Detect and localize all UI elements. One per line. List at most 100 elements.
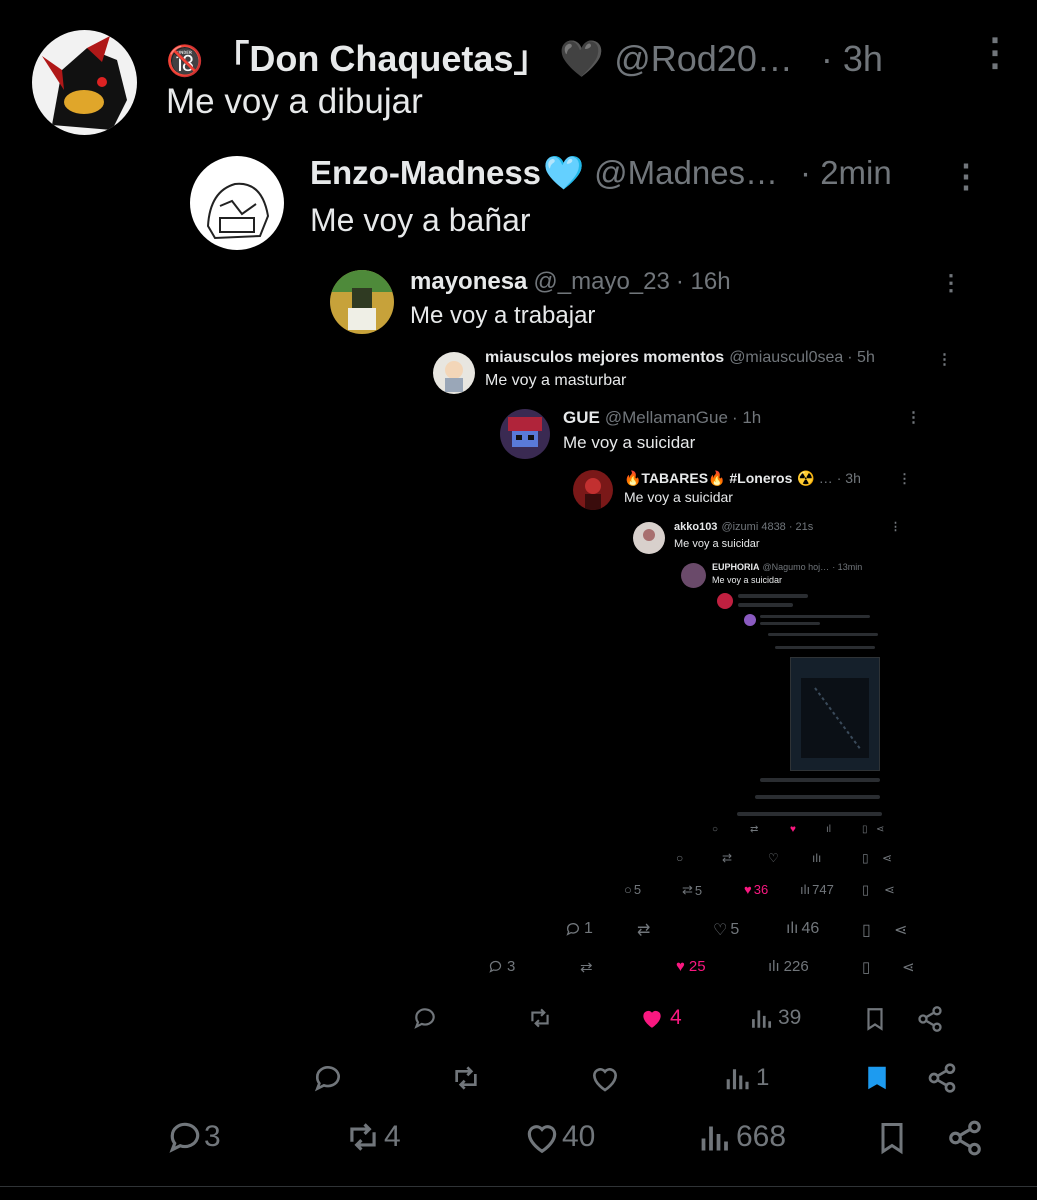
more-icon[interactable]: ⋮ bbox=[976, 34, 1014, 72]
bookmark-button[interactable] bbox=[862, 1062, 892, 1094]
author-handle[interactable]: @Nagumo hoj… bbox=[763, 562, 830, 572]
heart-badge: 🖤 bbox=[559, 38, 605, 79]
avatar-euphoria[interactable] bbox=[681, 563, 706, 588]
repost-button[interactable]: ⇄ bbox=[580, 958, 593, 976]
author-name[interactable]: EUPHORIA bbox=[712, 562, 760, 572]
share-icon[interactable]: ⋖ bbox=[884, 882, 895, 898]
author-name[interactable]: GUE bbox=[563, 408, 600, 428]
author-handle[interactable]: ☢️ … bbox=[797, 470, 832, 487]
reply-button[interactable]: ○ 5 bbox=[624, 882, 641, 897]
more-icon[interactable]: ⋮ bbox=[937, 352, 952, 367]
post-text: Me voy a bañar bbox=[310, 202, 531, 238]
reply-button[interactable] bbox=[412, 1005, 438, 1031]
bookmark-button[interactable] bbox=[874, 1118, 910, 1158]
repost-button[interactable]: ⇄ bbox=[637, 920, 650, 940]
repost-icon[interactable]: ⇄ bbox=[722, 851, 732, 865]
bookmark-icon[interactable]: ▯ bbox=[862, 824, 868, 835]
post-text: Me voy a suicidar bbox=[712, 575, 783, 585]
post-header: Enzo-Madness 🩵 @Madnes… · 2min bbox=[310, 154, 892, 193]
avatar-gue[interactable] bbox=[500, 409, 550, 459]
views-icon[interactable]: ıl bbox=[826, 824, 831, 835]
like-button[interactable]: 4 bbox=[638, 1005, 682, 1031]
post-text: Me voy a dibujar bbox=[166, 82, 423, 121]
views-button[interactable]: ılı 46 bbox=[786, 920, 819, 938]
author-handle[interactable]: @miauscul0sea bbox=[729, 349, 843, 367]
reply-button[interactable]: 3 bbox=[166, 1118, 221, 1156]
like-icon[interactable]: ♥ bbox=[790, 824, 796, 835]
post-header: miausculos mejores momentos @miauscul0se… bbox=[485, 349, 875, 367]
nested-line bbox=[738, 603, 793, 607]
reply-button[interactable]: 1 bbox=[565, 920, 593, 938]
avatar-don-chaquetas[interactable] bbox=[32, 30, 137, 135]
more-icon[interactable]: ⋮ bbox=[898, 472, 911, 485]
share-button[interactable] bbox=[916, 1005, 944, 1033]
repost-button[interactable]: 4 bbox=[342, 1118, 401, 1156]
post-text: Me voy a suicidar bbox=[624, 489, 733, 505]
share-icon[interactable]: ⋖ bbox=[876, 824, 884, 835]
post-time: · 16h bbox=[675, 268, 731, 295]
repost-button[interactable]: ⇄ 5 bbox=[682, 882, 702, 898]
avatar-tabares[interactable] bbox=[573, 470, 613, 510]
bookmark-icon[interactable]: ▯ bbox=[862, 920, 871, 940]
post-time: · 5h bbox=[847, 349, 875, 366]
author-name[interactable]: Enzo-Madness bbox=[310, 154, 541, 192]
avatar-enzo-madness[interactable] bbox=[190, 156, 284, 250]
share-button[interactable] bbox=[926, 1062, 958, 1094]
reply-button[interactable] bbox=[311, 1062, 345, 1094]
more-icon[interactable]: ⋮ bbox=[950, 160, 982, 192]
more-icon[interactable]: ⋮ bbox=[890, 522, 901, 533]
views-button[interactable]: 39 bbox=[748, 1005, 801, 1031]
divider bbox=[0, 1186, 1037, 1187]
bookmark-icon[interactable]: ▯ bbox=[862, 882, 869, 898]
avatar-miausculos[interactable] bbox=[433, 352, 475, 394]
bookmark-icon bbox=[867, 1008, 883, 1031]
bookmark-icon[interactable]: ▯ bbox=[862, 958, 870, 976]
post-time: · 3h bbox=[820, 38, 883, 79]
repost-button[interactable] bbox=[448, 1062, 484, 1094]
author-handle[interactable]: @_mayo_23 bbox=[533, 268, 669, 296]
author-name[interactable]: miausculos mejores momentos bbox=[485, 349, 724, 367]
more-icon[interactable]: ⋮ bbox=[906, 410, 921, 425]
share-icon[interactable]: ⋖ bbox=[902, 958, 915, 976]
post-time: · 1h bbox=[731, 408, 762, 427]
like-button[interactable]: ♡ 5 bbox=[713, 920, 739, 940]
post-text: Me voy a masturbar bbox=[485, 372, 627, 389]
avatar-mayonesa[interactable] bbox=[330, 270, 394, 334]
repost-icon[interactable]: ⇄ bbox=[750, 824, 758, 835]
bookmark-button[interactable] bbox=[862, 1005, 888, 1033]
like-button[interactable]: ♥ 36 bbox=[744, 882, 768, 897]
bookmark-icon[interactable]: ▯ bbox=[862, 851, 869, 865]
views-button[interactable]: ılı 226 bbox=[768, 958, 809, 975]
author-name[interactable]: 「Don Chaquetas」 bbox=[213, 30, 549, 82]
reply-icon[interactable]: ○ bbox=[676, 851, 683, 865]
views-button[interactable]: 668 bbox=[696, 1118, 786, 1156]
post-header: 🔥TABARES🔥 #Loneros ☢️ … · 3h bbox=[624, 470, 861, 487]
repost-icon bbox=[531, 1008, 549, 1028]
like-icon[interactable]: ♡ bbox=[768, 851, 779, 865]
more-icon[interactable]: ⋮ bbox=[940, 272, 962, 294]
share-icon bbox=[928, 1063, 956, 1093]
views-icon bbox=[726, 1069, 749, 1090]
views-button[interactable]: ılı 747 bbox=[800, 882, 834, 897]
share-icon[interactable]: ⋖ bbox=[894, 920, 907, 940]
repost-button[interactable] bbox=[526, 1005, 554, 1031]
author-name[interactable]: 🔥TABARES🔥 #Loneros bbox=[624, 470, 792, 487]
reply-button[interactable]: 3 bbox=[488, 958, 515, 975]
like-button[interactable]: ♥ 25 bbox=[676, 958, 706, 975]
post-time: · 13min bbox=[832, 562, 863, 572]
author-name[interactable]: mayonesa bbox=[410, 268, 527, 296]
views-button[interactable]: 1 bbox=[722, 1062, 769, 1094]
avatar-akko103[interactable] bbox=[633, 522, 665, 554]
like-button[interactable]: 40 bbox=[522, 1118, 595, 1156]
author-handle[interactable]: @MellamanGue bbox=[605, 408, 728, 428]
views-icon[interactable]: ılı bbox=[812, 851, 821, 865]
like-button[interactable] bbox=[588, 1062, 622, 1094]
share-icon[interactable]: ⋖ bbox=[882, 851, 892, 865]
verified-heart-badge: 🩵 bbox=[543, 154, 585, 191]
author-handle[interactable]: @Madnes… bbox=[594, 154, 778, 192]
author-handle[interactable]: @izumi 4838 bbox=[721, 521, 785, 533]
author-handle[interactable]: @Rod20… bbox=[614, 38, 793, 80]
share-button[interactable] bbox=[946, 1118, 984, 1158]
author-name[interactable]: akko103 bbox=[674, 521, 717, 533]
reply-icon[interactable]: ○ bbox=[712, 824, 718, 835]
